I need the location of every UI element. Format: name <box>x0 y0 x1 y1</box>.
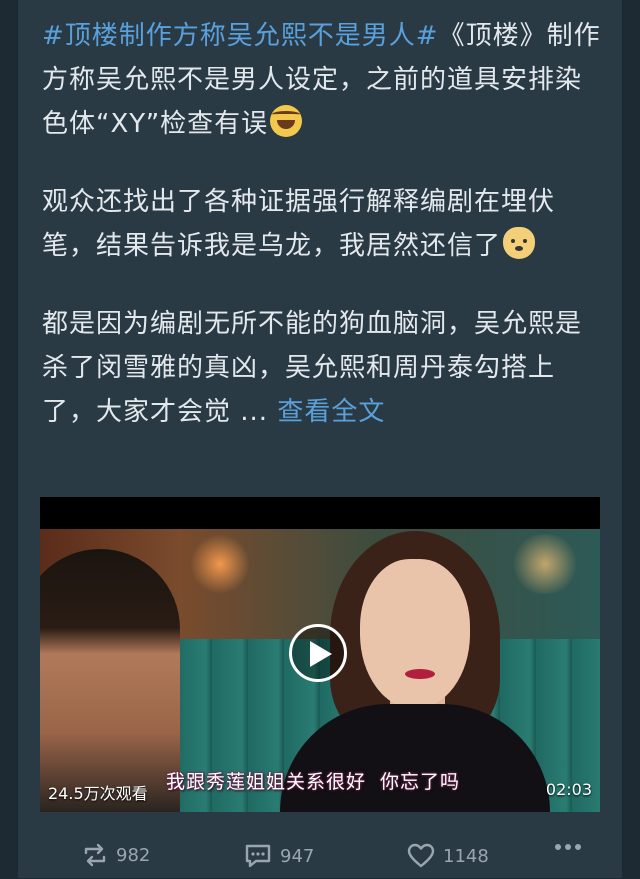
repost-button[interactable]: 982 <box>82 843 150 867</box>
video-duration: 02:03 <box>545 780 592 799</box>
more-options-button[interactable] <box>554 843 582 851</box>
repost-count: 982 <box>116 844 151 866</box>
play-icon <box>310 641 332 667</box>
video-player[interactable]: 我跟秀莲姐姐关系很好 你忘了吗 24.5万次观看 02:03 <box>40 497 600 812</box>
subtitle-line-1: 我跟秀莲姐姐关系很好 <box>166 771 367 793</box>
post-body: #顶楼制作方称吴允熙不是男人#《顶楼》制作方称吴允熙不是男人设定，之前的道具安排… <box>42 14 602 468</box>
subtitle-line-2: 你忘了吗 <box>380 771 461 793</box>
comment-icon <box>245 844 271 868</box>
post-paragraph-2-text: 观众还找出了各种证据强行解释编剧在埋伏笔，结果告诉我是乌龙，我居然还信了 <box>42 187 556 261</box>
video-view-count: 24.5万次观看 <box>48 784 148 803</box>
laughing-crying-emoji-icon <box>270 105 303 137</box>
like-count: 1148 <box>443 845 489 867</box>
like-button[interactable]: 1148 <box>407 843 489 869</box>
action-bar: 982 947 1148 <box>40 843 600 879</box>
post-paragraph-1: #顶楼制作方称吴允熙不是男人#《顶楼》制作方称吴允熙不是男人设定，之前的道具安排… <box>42 14 602 146</box>
post-paragraph-2: 观众还找出了各种证据强行解释编剧在埋伏笔，结果告诉我是乌龙，我居然还信了 <box>42 180 602 268</box>
repost-icon <box>84 843 106 867</box>
play-button[interactable] <box>289 624 347 682</box>
hashtag-link[interactable]: #顶楼制作方称吴允熙不是男人# <box>42 21 439 51</box>
post-paragraph-3: 都是因为编剧无所不能的狗血脑洞，吴允熙是杀了闵雪雅的真凶，吴允熙和周丹泰勾搭上了… <box>42 302 602 434</box>
doge-emoji-icon <box>503 227 536 259</box>
video-subtitle: 我跟秀莲姐姐关系很好 你忘了吗 <box>166 767 460 794</box>
comment-count: 947 <box>280 845 315 867</box>
more-icon <box>555 844 581 850</box>
heart-icon <box>407 843 435 868</box>
read-more-link[interactable]: 查看全文 <box>277 397 385 427</box>
comment-button[interactable]: 947 <box>244 843 314 869</box>
